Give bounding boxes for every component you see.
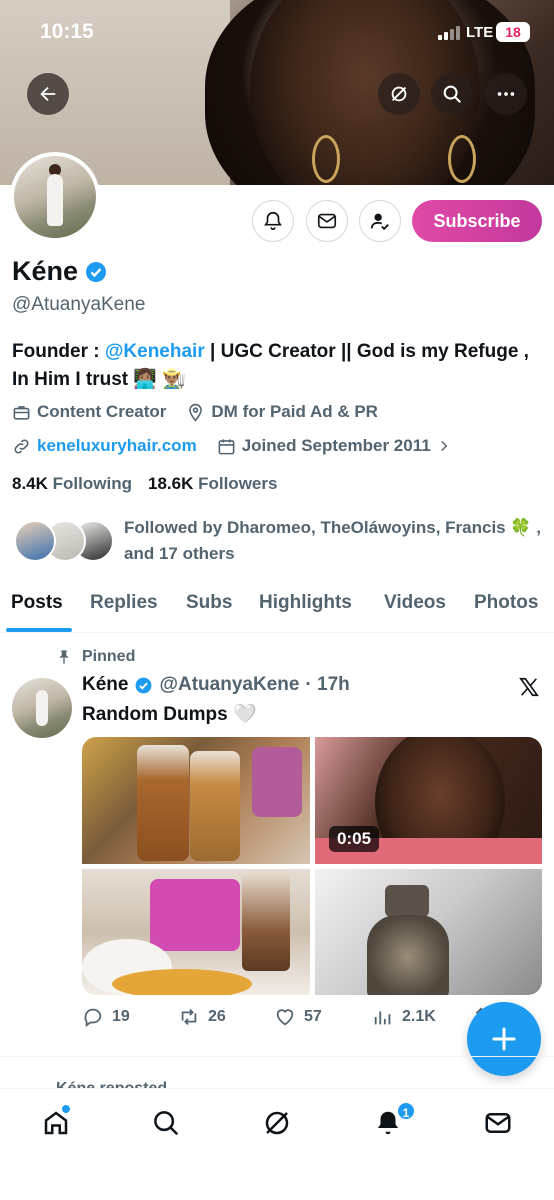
website-item[interactable]: keneluxuryhair.com xyxy=(12,436,197,456)
media-photo-1[interactable] xyxy=(82,737,310,864)
calendar-icon xyxy=(218,438,235,454)
profile-avatar[interactable] xyxy=(10,152,100,242)
grok-icon xyxy=(265,1111,289,1135)
nav-messages[interactable] xyxy=(482,1107,514,1139)
post-author-name[interactable]: Kéne xyxy=(82,674,128,696)
category-item: Content Creator xyxy=(12,402,166,422)
tab-photos[interactable]: Photos xyxy=(474,592,538,614)
grok-icon xyxy=(391,86,407,102)
profile-handle: @AtuanyaKene xyxy=(12,294,146,315)
avatar xyxy=(14,520,56,562)
profile-bio: Founder : @Kenehair | UGC Creator || God… xyxy=(12,341,529,390)
plus-icon xyxy=(492,1027,516,1051)
active-tab-indicator xyxy=(6,628,72,632)
views-button[interactable]: 2.1K xyxy=(372,1006,436,1028)
website-link[interactable]: keneluxuryhair.com xyxy=(37,436,197,456)
reply-button[interactable]: 19 xyxy=(82,1006,130,1028)
signal-icon xyxy=(438,26,460,40)
profile-name-row: Kéne xyxy=(12,256,108,287)
nav-grok[interactable] xyxy=(261,1107,293,1139)
post-author-avatar[interactable] xyxy=(12,678,72,738)
compose-button[interactable] xyxy=(467,1002,541,1076)
notifications-badge: 1 xyxy=(396,1101,416,1121)
search-button[interactable] xyxy=(431,73,473,115)
grok-button[interactable] xyxy=(378,73,420,115)
location-pin-icon xyxy=(189,403,203,422)
nav-search[interactable] xyxy=(150,1107,182,1139)
chevron-right-icon xyxy=(440,440,448,452)
envelope-icon xyxy=(485,1113,511,1133)
like-button[interactable]: 57 xyxy=(274,1006,322,1028)
location-item: DM for Paid Ad & PR xyxy=(186,402,378,422)
notify-button[interactable] xyxy=(252,200,294,242)
reply-icon xyxy=(84,1008,102,1027)
status-bar: 10:15 LTE 18 xyxy=(0,0,554,62)
post-media-grid: 0:05 xyxy=(82,737,542,995)
repost-icon xyxy=(181,1009,197,1025)
profile-meta-row-1: Content Creator DM for Paid Ad & PR xyxy=(12,402,378,422)
status-time: 10:15 xyxy=(40,20,94,43)
views-chart-icon xyxy=(374,1011,391,1025)
verified-badge-icon[interactable] xyxy=(84,260,108,284)
heart-icon xyxy=(276,1009,294,1026)
tab-highlights[interactable]: Highlights xyxy=(259,592,352,614)
more-button[interactable] xyxy=(485,73,527,115)
network-label: LTE xyxy=(466,24,494,41)
subscribe-button[interactable]: Subscribe xyxy=(412,200,542,242)
briefcase-icon xyxy=(13,405,30,420)
earring-right xyxy=(448,135,476,183)
post-text: Random Dumps 🤍 xyxy=(82,704,257,725)
joined-item[interactable]: Joined September 2011 xyxy=(217,436,451,456)
following-button[interactable] xyxy=(359,200,401,242)
post-time: · 17h xyxy=(305,674,350,695)
tab-posts[interactable]: Posts xyxy=(11,592,63,614)
followers-link[interactable]: 18.6K Followers xyxy=(148,474,277,494)
followed-by-avatars[interactable] xyxy=(14,520,114,564)
video-duration-badge: 0:05 xyxy=(329,826,380,852)
following-link[interactable]: 8.4K Following xyxy=(12,474,132,494)
search-icon xyxy=(443,85,461,103)
post-header: Kéne @AtuanyaKene · 17h xyxy=(82,674,350,696)
bell-plus-icon xyxy=(264,211,282,231)
message-button[interactable] xyxy=(306,200,348,242)
tab-videos[interactable]: Videos xyxy=(384,592,446,614)
post-divider xyxy=(0,1056,554,1057)
post-author-handle[interactable]: @AtuanyaKene xyxy=(159,674,299,696)
follow-counts: 8.4K Following 18.6K Followers xyxy=(12,474,277,494)
tab-replies[interactable]: Replies xyxy=(90,592,158,614)
media-photo-3[interactable] xyxy=(315,869,542,995)
envelope-icon xyxy=(317,213,337,229)
earring-left xyxy=(312,135,340,183)
pin-icon xyxy=(59,650,69,664)
home-unread-dot xyxy=(62,1105,70,1113)
x-logo-icon[interactable] xyxy=(518,676,540,698)
followed-by-text[interactable]: Followed by Dharomeo, TheOláwoyins, Fran… xyxy=(124,515,544,567)
bio-mention-link[interactable]: @Kenehair xyxy=(105,341,205,362)
battery-icon: 18 xyxy=(496,22,530,42)
search-icon xyxy=(154,1111,179,1136)
media-video-1[interactable]: 0:05 xyxy=(315,737,542,864)
back-arrow-icon xyxy=(40,86,56,102)
more-icon xyxy=(497,92,515,96)
tab-subs[interactable]: Subs xyxy=(186,592,232,614)
repost-button[interactable]: 26 xyxy=(178,1006,226,1028)
back-button[interactable] xyxy=(27,73,69,115)
link-icon xyxy=(14,438,29,454)
bottom-nav: 1 xyxy=(0,1088,554,1200)
person-check-icon xyxy=(370,213,389,231)
profile-tabs: Posts Replies Subs Highlights Videos Pho… xyxy=(0,586,554,633)
profile-name: Kéne xyxy=(12,256,79,286)
media-photo-2[interactable] xyxy=(82,869,310,995)
profile-meta-row-2: keneluxuryhair.com Joined September 2011 xyxy=(12,436,451,456)
verified-badge-icon xyxy=(136,677,152,693)
pinned-label-row: Pinned xyxy=(56,648,135,666)
